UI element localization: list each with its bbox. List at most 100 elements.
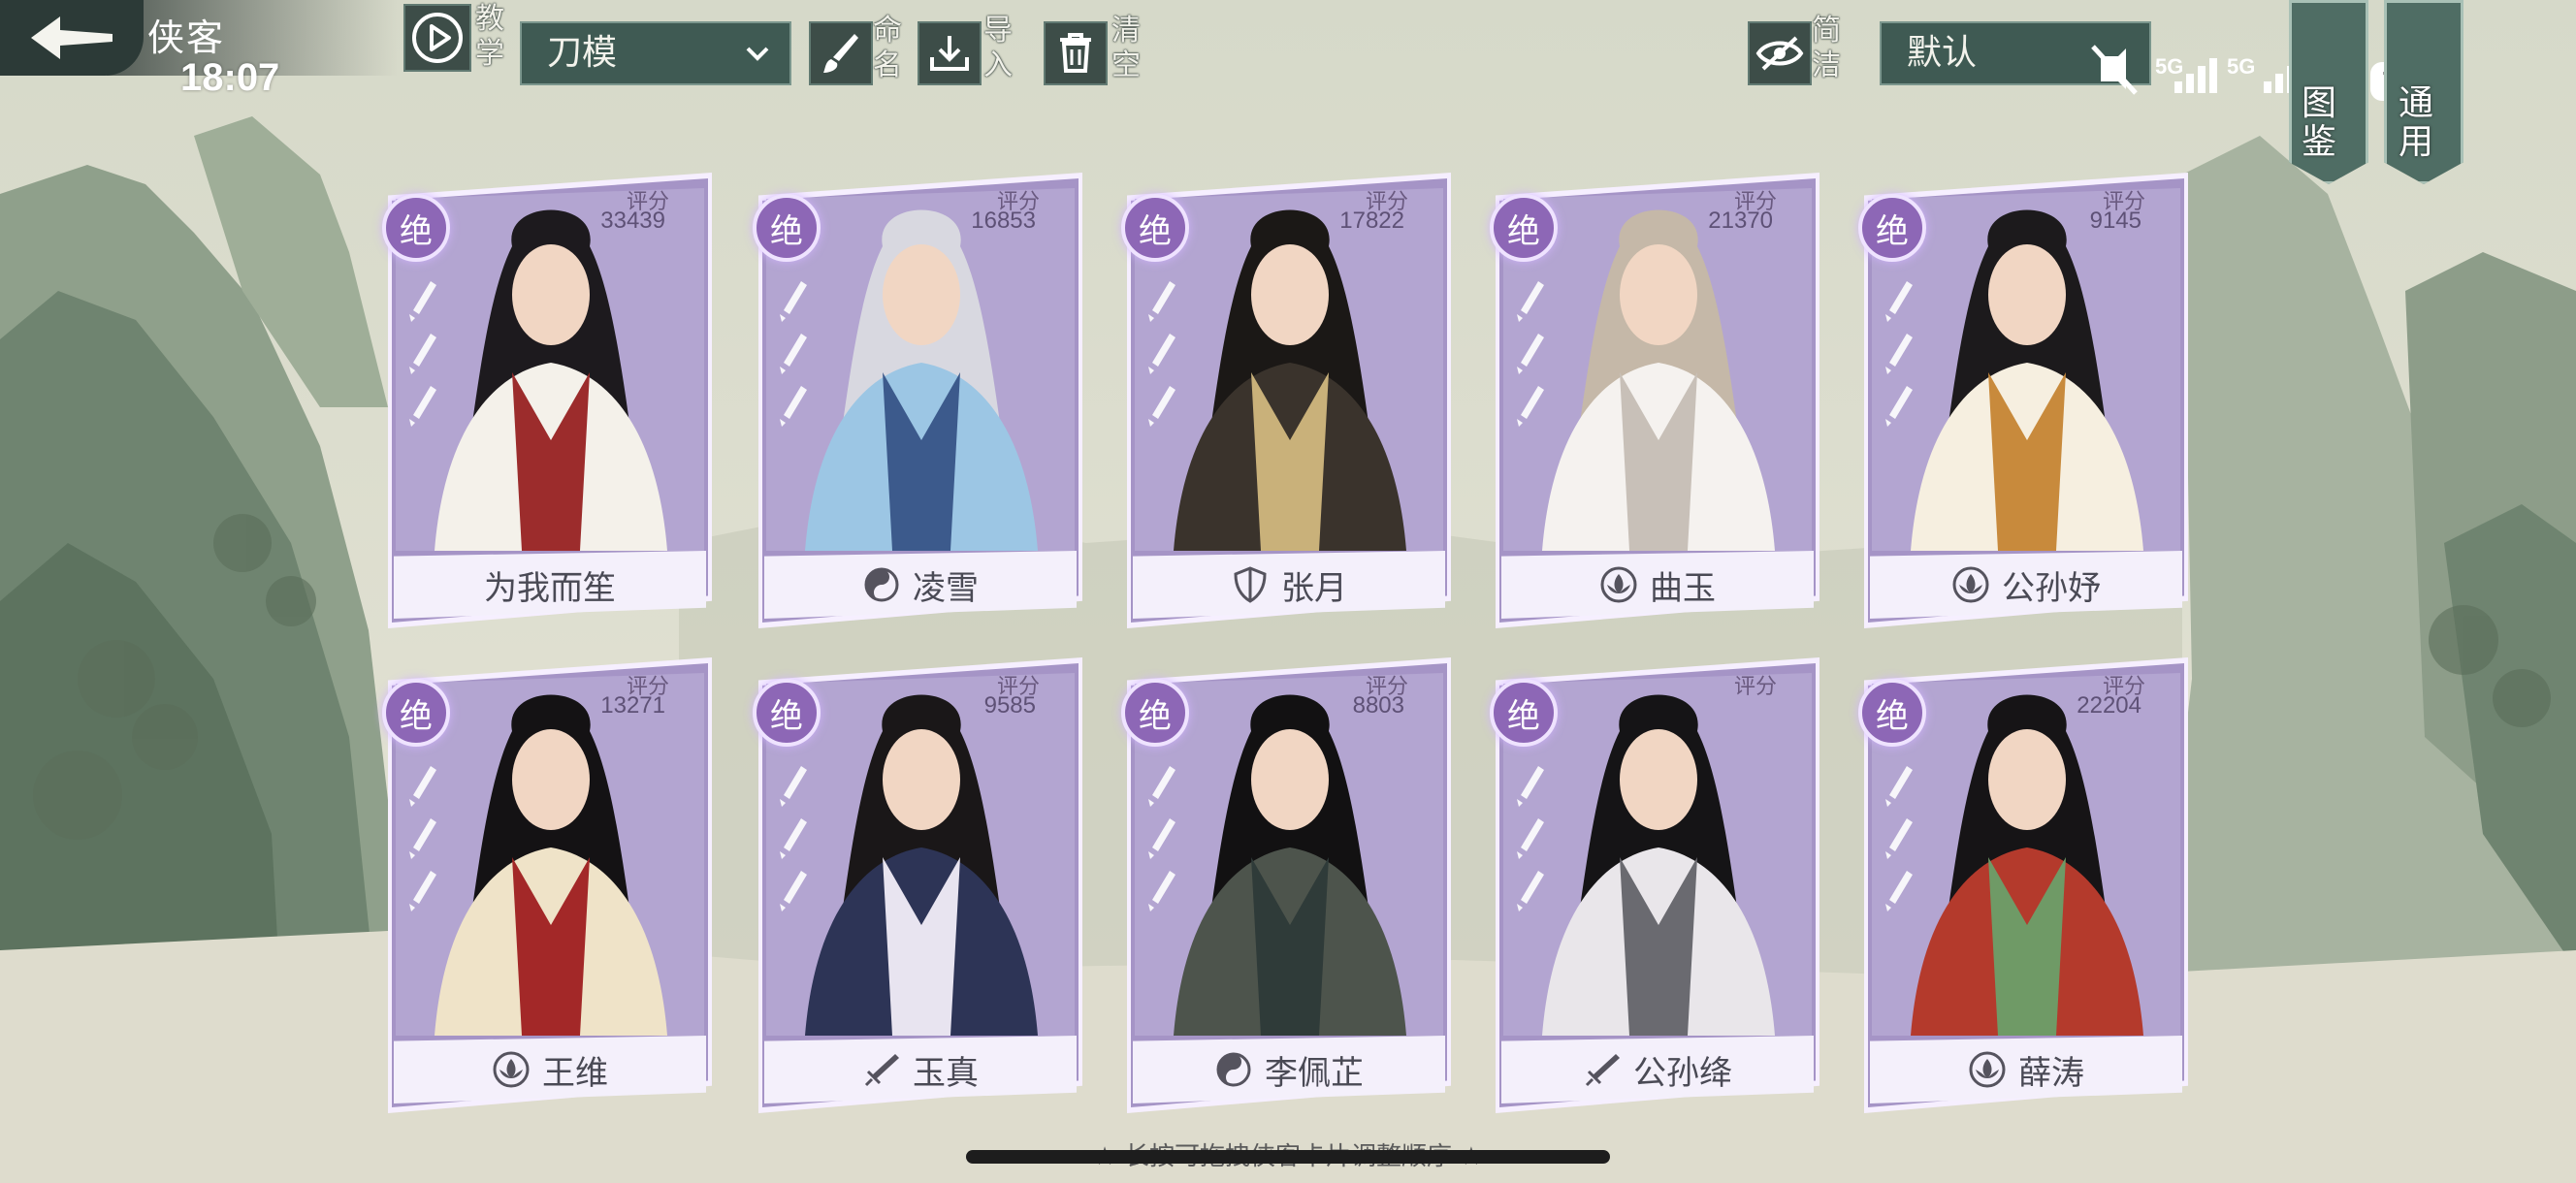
play-icon: [412, 13, 463, 63]
character-card-8[interactable]: 评分 8803 绝 李佩芷: [1121, 657, 1451, 1113]
network-type-2: 5G: [2227, 54, 2256, 79]
character-name: 李佩芷: [1265, 1053, 1364, 1093]
rename-button[interactable]: [809, 21, 873, 85]
status-clock: 18:07: [180, 56, 280, 99]
eye-slash-icon: [1755, 36, 1804, 71]
character-name: 公孙绛: [1633, 1053, 1732, 1093]
download-icon: [930, 36, 969, 71]
rank-badge: 绝: [1490, 194, 1558, 262]
character-name: 玉真: [913, 1053, 979, 1093]
score-value: 13271: [600, 692, 665, 719]
character-name: 王维: [542, 1053, 608, 1093]
page-title: 侠客: [147, 16, 226, 59]
gallery-label: 图鉴: [2302, 83, 2337, 162]
score-value: 9145: [2089, 208, 2141, 234]
score-value: 33439: [600, 208, 665, 234]
gallery-button[interactable]: 图鉴: [2289, 0, 2368, 184]
trash-icon: [1060, 33, 1091, 73]
mute-icon: [2091, 45, 2138, 95]
score-value: 17822: [1339, 208, 1404, 234]
rank-badge: 绝: [1490, 679, 1558, 747]
general-label: 通用: [2399, 83, 2434, 162]
sword-icon: [1585, 1054, 1620, 1087]
sword-icon: [864, 1054, 899, 1087]
character-card-1[interactable]: 评分 33439 绝 为我而笙: [382, 173, 712, 628]
rank-badge: 绝: [1858, 194, 1926, 262]
import-button[interactable]: [918, 21, 982, 85]
clear-label: 清空: [1111, 14, 1141, 82]
weapon-filter-dropdown[interactable]: 刀模: [520, 21, 791, 85]
chevron-down-icon: [746, 47, 769, 61]
yin-yang-icon: [864, 567, 899, 602]
character-name: 张月: [1281, 568, 1347, 608]
card-name-bar: 曲玉: [1501, 551, 1814, 619]
sword-rank-icon: [1517, 281, 1544, 427]
score-value: 22204: [2077, 692, 2141, 719]
simple-mode-button[interactable]: [1748, 21, 1812, 85]
card-name-bar: 薛涛: [1870, 1036, 2182, 1103]
score-value: 9585: [983, 692, 1036, 719]
card-name-bar: 张月: [1133, 551, 1445, 619]
card-name-bar: 玉真: [764, 1036, 1077, 1103]
character-name: 凌雪: [913, 568, 979, 608]
home-indicator[interactable]: [966, 1150, 1610, 1164]
tutorial-label: 教学: [475, 2, 504, 71]
character-card-4[interactable]: 评分 21370 绝 曲玉: [1490, 173, 1819, 628]
sword-rank-icon: [1885, 766, 1913, 911]
sword-rank-icon: [1885, 281, 1913, 427]
sword-rank-icon: [1148, 766, 1175, 911]
sword-rank-icon: [409, 766, 436, 911]
sword-rank-icon: [780, 281, 807, 427]
general-button[interactable]: 通用: [2384, 0, 2463, 184]
character-name: 薛涛: [2018, 1053, 2084, 1093]
rank-badge: 绝: [753, 679, 821, 747]
rank-badge: 绝: [753, 194, 821, 262]
tutorial-button[interactable]: [403, 4, 471, 72]
card-name-bar: 为我而笙: [394, 551, 706, 619]
score-value: 8803: [1352, 692, 1404, 719]
brush-icon: [823, 34, 858, 73]
import-label: 导入: [983, 14, 1013, 82]
character-card-10[interactable]: 评分 22204 绝 薛涛: [1858, 657, 2188, 1113]
character-name: 曲玉: [1650, 568, 1716, 608]
clear-button[interactable]: [1044, 21, 1108, 85]
network-type-1: 5G: [2155, 54, 2184, 79]
rename-label: 命名: [873, 14, 902, 82]
lotus-icon: [1952, 566, 1989, 603]
weapon-filter-value: 刀模: [547, 33, 618, 73]
character-card-7[interactable]: 评分 9585 绝 玉真: [753, 657, 1082, 1113]
character-card-9[interactable]: 评分 绝 公孙绛: [1490, 657, 1819, 1113]
character-card-3[interactable]: 评分 17822 绝 张月: [1121, 173, 1451, 628]
score-value: 21370: [1708, 208, 1773, 234]
simple-mode-label: 简洁: [1812, 14, 1841, 82]
rank-badge: 绝: [1121, 194, 1189, 262]
back-button[interactable]: [0, 0, 144, 76]
card-name-bar: 公孙妤: [1870, 551, 2182, 619]
sword-rank-icon: [1517, 766, 1544, 911]
character-card-2[interactable]: 评分 16853 绝 凌雪: [753, 173, 1082, 628]
character-card-6[interactable]: 评分 13271 绝 王维: [382, 657, 712, 1113]
card-name-bar: 公孙绛: [1501, 1036, 1814, 1103]
yin-yang-icon: [1216, 1052, 1251, 1087]
sword-rank-icon: [409, 281, 436, 427]
lotus-icon: [1969, 1051, 2006, 1088]
card-name-bar: 凌雪: [764, 551, 1077, 619]
character-card-5[interactable]: 评分 9145 绝 公孙妤: [1858, 173, 2188, 628]
sword-rank-icon: [1148, 281, 1175, 427]
sort-value: 默认: [1907, 33, 1978, 73]
rank-badge: 绝: [382, 194, 450, 262]
shield-icon: [1234, 566, 1267, 603]
lotus-icon: [1600, 566, 1637, 603]
back-arrow-icon: [31, 16, 113, 59]
sword-rank-icon: [780, 766, 807, 911]
card-name-bar: 李佩芷: [1133, 1036, 1445, 1103]
rank-badge: 绝: [1121, 679, 1189, 747]
lotus-icon: [493, 1051, 530, 1088]
score-value: 16853: [971, 208, 1036, 234]
score-label: 评分: [1733, 675, 1777, 699]
card-name-bar: 王维: [394, 1036, 706, 1103]
character-name: 为我而笙: [484, 568, 616, 608]
rank-badge: 绝: [382, 679, 450, 747]
rank-badge: 绝: [1858, 679, 1926, 747]
character-name: 公孙妤: [2002, 568, 2101, 608]
